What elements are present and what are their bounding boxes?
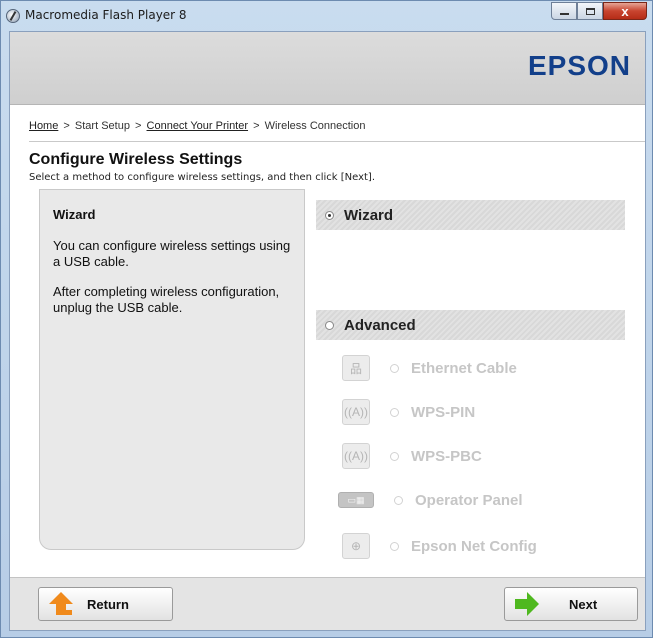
page-title: Configure Wireless Settings xyxy=(29,151,243,168)
description-paragraph: You can configure wireless settings usin… xyxy=(53,238,291,269)
arrow-up-icon xyxy=(49,592,73,616)
minimize-button[interactable] xyxy=(551,2,577,20)
maximize-icon xyxy=(585,7,595,15)
window-controls: x xyxy=(551,2,647,20)
breadcrumb-current: Wireless Connection xyxy=(264,120,366,132)
epson-net-config-option: ⊕ Epson Net Config xyxy=(342,533,537,559)
close-button[interactable]: x xyxy=(603,2,647,20)
divider xyxy=(29,141,645,142)
breadcrumb-connect-link[interactable]: Connect Your Printer xyxy=(147,120,249,132)
breadcrumb: Home > Start Setup > Connect Your Printe… xyxy=(29,120,365,132)
advanced-option-label: Advanced xyxy=(344,316,416,334)
wizard-option[interactable]: Wizard xyxy=(316,200,625,230)
advanced-radio[interactable] xyxy=(325,320,334,330)
wps-pin-radio xyxy=(390,407,399,417)
arrow-right-icon xyxy=(515,592,539,616)
flash-player-icon xyxy=(6,9,20,23)
breadcrumb-separator: > xyxy=(253,120,260,132)
minimize-icon xyxy=(559,13,569,15)
breadcrumb-start-setup: Start Setup xyxy=(74,120,130,132)
brand-header: EPSON xyxy=(10,32,645,105)
installer-content: EPSON Home > Start Setup > Connect Your … xyxy=(9,31,646,631)
description-paragraph: After completing wireless configuration,… xyxy=(53,284,280,315)
wireless-antenna-icon: ((A)) xyxy=(342,399,370,425)
globe-gear-icon: ⊕ xyxy=(342,533,370,559)
wireless-antenna-icon: ((A)) xyxy=(342,443,370,469)
wizard-radio[interactable] xyxy=(325,210,334,220)
ethernet-cable-radio xyxy=(390,363,399,373)
return-button[interactable]: Return xyxy=(38,587,173,621)
epson-logo: EPSON xyxy=(527,50,631,81)
app-window: Macromedia Flash Player 8 x EPSON Home >… xyxy=(0,0,653,638)
ethernet-cable-label: Ethernet Cable xyxy=(411,359,517,377)
operator-panel-radio xyxy=(394,495,403,505)
next-button[interactable]: Next xyxy=(504,587,638,621)
title-bar[interactable]: Macromedia Flash Player 8 x xyxy=(1,1,652,31)
epson-net-config-radio xyxy=(390,541,399,551)
window-title: Macromedia Flash Player 8 xyxy=(25,8,187,22)
operator-panel-option: ▭▦ Operator Panel xyxy=(338,487,523,513)
wps-pin-label: WPS-PIN xyxy=(411,403,476,421)
advanced-option[interactable]: Advanced xyxy=(316,310,625,340)
wps-pin-option: ((A)) WPS-PIN xyxy=(342,399,475,425)
return-button-label: Return xyxy=(87,596,129,612)
ethernet-cable-option: 品 Ethernet Cable xyxy=(342,355,517,381)
button-bar: Return Next xyxy=(10,577,645,630)
operator-panel-label: Operator Panel xyxy=(415,491,523,509)
epson-net-config-label: Epson Net Config xyxy=(411,537,537,555)
breadcrumb-separator: > xyxy=(63,120,70,132)
description-title: Wizard xyxy=(53,207,96,222)
operator-panel-icon: ▭▦ xyxy=(338,492,374,508)
description-body: You can configure wireless settings usin… xyxy=(53,238,293,330)
breadcrumb-separator: > xyxy=(135,120,142,132)
maximize-button[interactable] xyxy=(577,2,603,20)
breadcrumb-home-link[interactable]: Home xyxy=(29,120,58,132)
wps-pbc-label: WPS-PBC xyxy=(411,447,482,465)
page-subtitle: Select a method to configure wireless se… xyxy=(29,172,375,183)
next-button-label: Next xyxy=(569,596,598,612)
close-icon: x xyxy=(621,3,629,19)
wps-pbc-radio xyxy=(390,451,399,461)
network-icon: 品 xyxy=(342,355,370,381)
wps-pbc-option: ((A)) WPS-PBC xyxy=(342,443,482,469)
wizard-option-label: Wizard xyxy=(344,206,394,224)
description-panel: Wizard You can configure wireless settin… xyxy=(39,189,305,550)
